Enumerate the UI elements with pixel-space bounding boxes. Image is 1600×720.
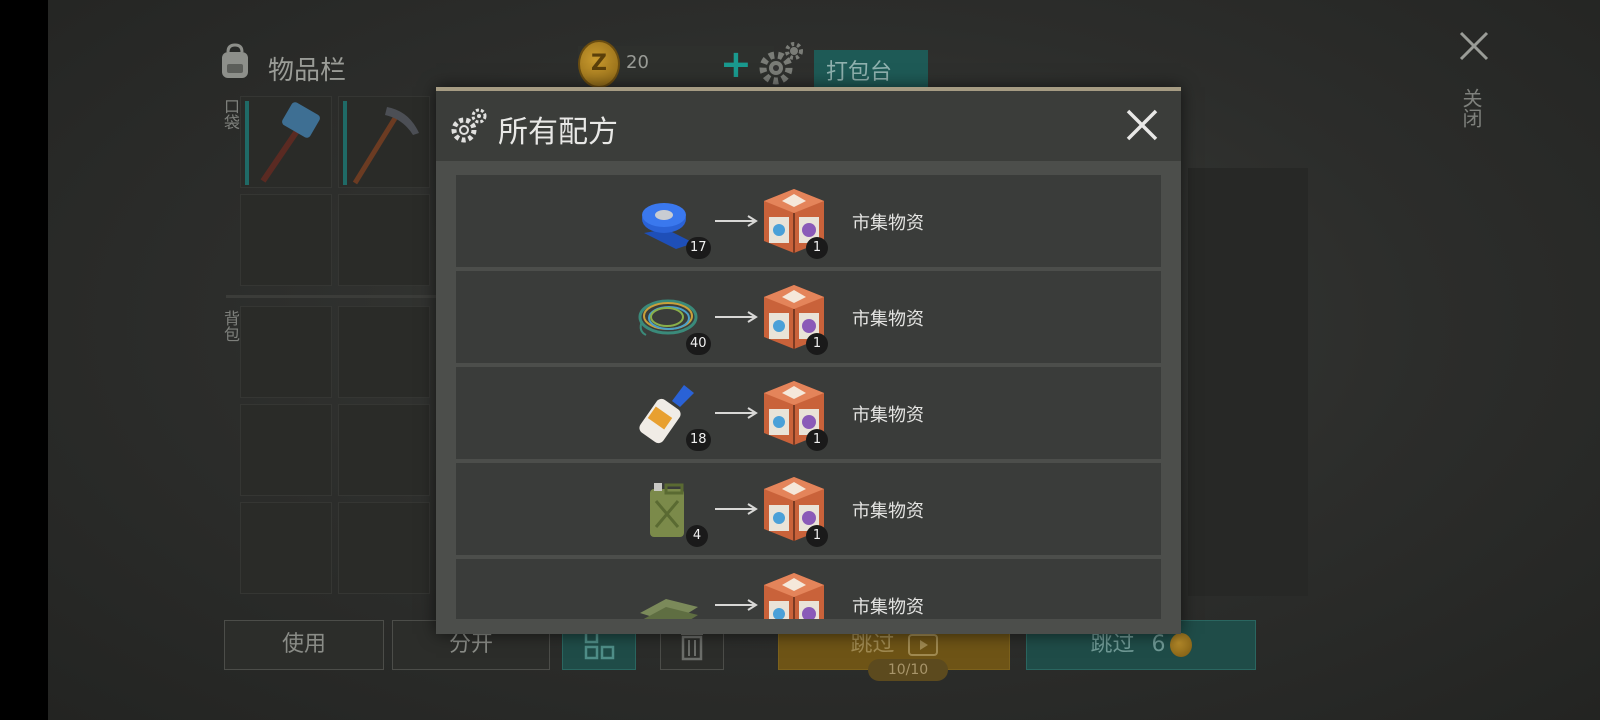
gears-icon <box>451 108 487 143</box>
gears-icon <box>759 42 803 85</box>
close-icon[interactable] <box>1458 30 1490 62</box>
arrow-right-icon <box>715 407 758 419</box>
recipe-row[interactable]: 市集物资 <box>456 559 1161 619</box>
output-name: 市集物资 <box>852 597 924 618</box>
z-coin-icon <box>1169 633 1192 657</box>
ingredient-quantity: 40 <box>686 333 711 355</box>
inventory-slot[interactable] <box>240 404 332 496</box>
skip-coin-cost: 6 <box>1151 632 1166 657</box>
arrow-right-icon <box>715 503 758 515</box>
dialog-title: 所有配方 <box>498 115 618 150</box>
recipe-row[interactable]: 18 1 市集物资 <box>456 367 1161 459</box>
ingredient-quantity: 17 <box>686 237 711 259</box>
recipe-row[interactable]: 40 1 市集物资 <box>456 271 1161 363</box>
backpack-label: 背包 <box>221 310 240 342</box>
output-quantity: 1 <box>806 237 828 259</box>
close-icon[interactable] <box>1124 107 1160 143</box>
coin-amount: 20 <box>626 52 649 73</box>
arrow-right-icon <box>715 215 758 227</box>
dialog-header: 所有配方 <box>436 91 1181 161</box>
pocket-label: 口袋 <box>221 98 240 130</box>
output-name: 市集物资 <box>852 213 924 234</box>
skip-ad-label: 跳过 <box>850 632 895 657</box>
output-quantity: 1 <box>806 429 828 451</box>
inventory-title: 物品栏 <box>268 56 347 86</box>
inventory-slot[interactable] <box>240 502 332 594</box>
video-play-icon <box>907 634 938 656</box>
inventory-slot[interactable] <box>338 96 430 188</box>
market-supply-crate-icon <box>764 573 824 619</box>
crafting-panel <box>1188 168 1308 596</box>
arrow-right-icon <box>715 311 758 323</box>
output-name: 市集物资 <box>852 501 924 522</box>
recipe-list-container[interactable]: 17 1 市集物资 40 1 市集物资 18 1 市集物资 4 1 市集物资 市… <box>436 161 1181 634</box>
inventory-slot[interactable] <box>240 96 332 188</box>
arrow-right-icon <box>715 599 758 611</box>
inventory-slot[interactable] <box>338 502 430 594</box>
sledgehammer-icon <box>245 101 320 185</box>
recipe-list[interactable]: 17 1 市集物资 40 1 市集物资 18 1 市集物资 4 1 市集物资 市… <box>456 175 1161 619</box>
recipe-row[interactable]: 4 1 市集物资 <box>456 463 1161 555</box>
backpack-icon <box>222 43 248 78</box>
output-name: 市集物资 <box>852 405 924 426</box>
z-coin-icon: Z <box>578 40 620 88</box>
add-coins-button[interactable]: + <box>720 42 752 86</box>
tab-packing-table[interactable]: 打包台 <box>814 50 928 88</box>
ad-counter-badge: 10/10 <box>868 659 948 681</box>
coin-balance: Z 20 + <box>578 40 774 88</box>
inventory-slot[interactable] <box>240 194 332 286</box>
ingredient-quantity: 4 <box>686 525 708 547</box>
game-screen: 物品栏 Z 20 + 打包台 关闭 口袋 背包 使用 分开 跳过 10/10 跳… <box>48 0 1600 720</box>
output-name: 市集物资 <box>852 309 924 330</box>
skip-coin-label: 跳过 <box>1090 632 1135 657</box>
inventory-slot[interactable] <box>338 306 430 398</box>
all-recipes-dialog: 所有配方 17 1 市集物资 40 1 市集物资 18 1 市集物资 4 1 市… <box>436 87 1181 634</box>
use-button[interactable]: 使用 <box>224 620 384 670</box>
inventory-slot[interactable] <box>338 404 430 496</box>
cloth-fabric-icon <box>640 599 698 619</box>
output-quantity: 1 <box>806 525 828 547</box>
recipe-row[interactable]: 17 1 市集物资 <box>456 175 1161 267</box>
output-quantity: 1 <box>806 333 828 355</box>
inventory-slot[interactable] <box>338 194 430 286</box>
pickaxe-icon <box>343 101 419 185</box>
close-label: 关闭 <box>1459 88 1483 128</box>
inventory-slot[interactable] <box>240 306 332 398</box>
ingredient-quantity: 18 <box>686 429 711 451</box>
